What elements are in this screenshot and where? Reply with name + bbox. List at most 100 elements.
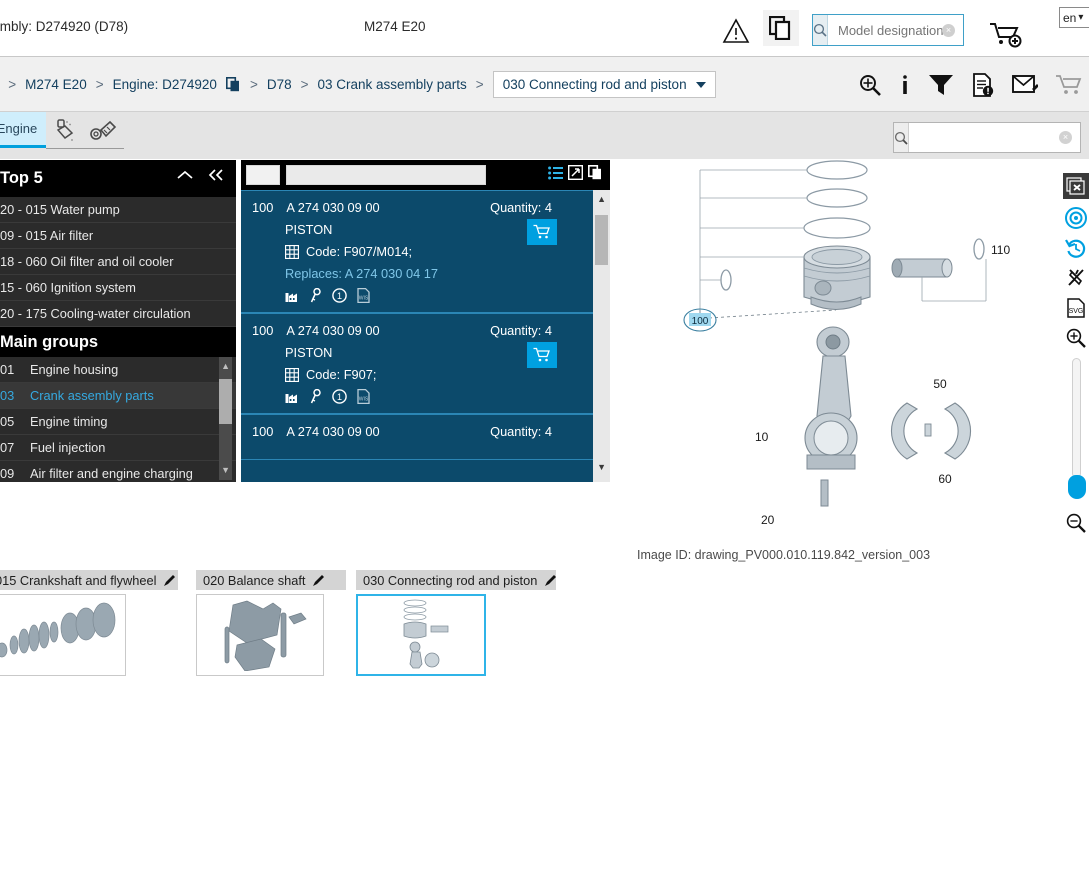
expand-icon[interactable] xyxy=(568,165,583,180)
target-icon[interactable] xyxy=(1063,205,1089,231)
part-row[interactable]: 100 A 274 030 09 00 Quantity: 4 xyxy=(241,414,610,460)
content-search-box[interactable]: × xyxy=(893,122,1089,153)
top5-item-3[interactable]: 15 - 060 Ignition system xyxy=(0,275,236,301)
parts-panel-header xyxy=(241,160,610,190)
zoom-in-icon[interactable] xyxy=(858,73,882,97)
zoom-out-icon[interactable] xyxy=(1063,510,1089,536)
edit-icon[interactable] xyxy=(312,574,325,587)
clear-search-icon[interactable]: × xyxy=(942,24,955,37)
parts-scrollbar-thumb[interactable] xyxy=(595,215,608,265)
edit-icon[interactable] xyxy=(544,574,557,587)
sidebar-item-engine-timing[interactable]: 05 Engine timing xyxy=(0,409,236,435)
sidebar-item-fuel-injection[interactable]: 07 Fuel injection xyxy=(0,435,236,461)
main-groups-list: 01 Engine housing 03 Crank assembly part… xyxy=(0,357,236,482)
warning-triangle-icon[interactable] xyxy=(722,18,750,44)
breadcrumb-active-dropdown[interactable]: 030 Connecting rod and piston xyxy=(492,71,716,98)
filter-icon[interactable] xyxy=(928,73,954,97)
language-select[interactable]: en ▾ xyxy=(1059,7,1089,28)
fluid-spray-icon[interactable] xyxy=(52,118,82,146)
zoom-in-icon[interactable] xyxy=(1063,325,1089,351)
breadcrumb-item-4[interactable]: 03 Crank assembly parts xyxy=(317,77,466,92)
factory-icon[interactable] xyxy=(285,390,300,404)
mail-edit-icon[interactable] xyxy=(1012,73,1038,97)
scroll-up-icon[interactable]: ▲ xyxy=(221,361,230,371)
key-icon[interactable] xyxy=(310,389,322,404)
part-code-row: Code: F907/M014; xyxy=(285,244,610,259)
svg-text:WIS: WIS xyxy=(359,296,369,302)
top5-item-4[interactable]: 20 - 175 Cooling-water circulation xyxy=(0,301,236,327)
tab-engine[interactable]: Engine xyxy=(0,112,46,148)
info-circle-icon[interactable]: 1 xyxy=(332,288,347,303)
add-to-cart-button[interactable] xyxy=(527,219,557,245)
major-assembly-title: ajor assembly: D274920 (D78) xyxy=(0,19,129,34)
add-to-cart-button[interactable] xyxy=(527,342,557,368)
wis-document-icon[interactable]: WIS xyxy=(357,288,370,303)
search-input[interactable] xyxy=(828,15,1014,45)
sidebar-item-engine-housing[interactable]: 01 Engine housing xyxy=(0,357,236,383)
scroll-up-icon[interactable]: ▲ xyxy=(597,194,606,204)
top5-title: Top 5 xyxy=(0,169,43,187)
cart-add-icon[interactable] xyxy=(988,21,1024,49)
clear-search-icon[interactable]: × xyxy=(1059,131,1072,144)
part-row[interactable]: 100 A 274 030 09 00 Quantity: 4 PISTON C… xyxy=(241,190,610,313)
sidebar-item-crank-assembly-parts[interactable]: 03 Crank assembly parts xyxy=(0,383,236,409)
scroll-down-icon[interactable]: ▼ xyxy=(221,465,230,475)
model-designation-search[interactable]: × xyxy=(812,14,1014,46)
thumbnail-connecting-rod-and-piston[interactable]: 030 Connecting rod and piston xyxy=(356,570,557,676)
top5-item-0[interactable]: 20 - 015 Water pump xyxy=(0,197,236,223)
part-code: Code: F907/M014; xyxy=(306,244,412,259)
top5-item-2[interactable]: 18 - 060 Oil filter and oil cooler xyxy=(0,249,236,275)
parts-header-box[interactable] xyxy=(246,165,280,185)
factory-icon[interactable] xyxy=(285,289,300,303)
top5-item-1[interactable]: 09 - 015 Air filter xyxy=(0,223,236,249)
cart-icon[interactable] xyxy=(1055,73,1083,97)
info-icon[interactable] xyxy=(899,73,911,97)
thumbnail-balance-shaft[interactable]: 020 Balance shaft xyxy=(196,570,346,676)
unpin-icon[interactable] xyxy=(1063,265,1089,291)
breadcrumb-separator: > xyxy=(475,77,484,92)
grid-icon[interactable] xyxy=(285,367,299,382)
close-window-icon[interactable] xyxy=(1063,173,1089,199)
svg-export-icon[interactable]: SVG xyxy=(1063,295,1089,321)
thumbnail-strip: 015 Crankshaft and flywheel 020 Balance … xyxy=(0,570,1089,685)
sidebar-scrollbar-thumb[interactable] xyxy=(219,379,232,424)
bolt-screw-icon[interactable] xyxy=(88,118,118,146)
part-row[interactable]: 100 A 274 030 09 00 Quantity: 4 PISTON C… xyxy=(241,313,610,414)
chevron-down-icon xyxy=(695,81,706,88)
scroll-down-icon[interactable]: ▼ xyxy=(597,462,606,472)
copy-icon[interactable] xyxy=(588,165,603,180)
grid-icon[interactable] xyxy=(285,244,299,259)
breadcrumb-item-2[interactable]: Engine: D274920 xyxy=(113,77,217,92)
technical-drawing[interactable]: 100 110 50 60 10 20 xyxy=(611,160,1063,540)
breadcrumb-separator: > xyxy=(95,77,104,92)
thumbnail-crankshaft-and-flywheel[interactable]: 015 Crankshaft and flywheel xyxy=(0,570,178,676)
zoom-slider-handle[interactable] xyxy=(1068,475,1086,499)
copy-documents-icon[interactable] xyxy=(763,10,799,46)
svg-text:1: 1 xyxy=(337,291,342,301)
info-circle-icon[interactable]: 1 xyxy=(332,389,347,404)
tab-divider xyxy=(46,148,124,149)
parts-filter-input[interactable] xyxy=(286,165,486,185)
chevron-up-icon[interactable] xyxy=(176,167,194,183)
zoom-slider[interactable] xyxy=(1072,358,1081,478)
history-undo-icon[interactable] xyxy=(1063,235,1089,261)
list-view-icon[interactable] xyxy=(548,166,563,180)
wis-document-icon[interactable]: WIS xyxy=(357,389,370,404)
thumbnail-image[interactable] xyxy=(196,594,324,676)
document-alert-icon[interactable] xyxy=(971,72,995,97)
edit-icon[interactable] xyxy=(163,574,176,587)
svg-text:10: 10 xyxy=(755,430,769,444)
sidebar-item-air-filter-engine-charging[interactable]: 09 Air filter and engine charging xyxy=(0,461,236,482)
breadcrumb-item-1[interactable]: M274 E20 xyxy=(25,77,87,92)
main-groups-header: Main groups xyxy=(0,327,236,357)
part-replaces[interactable]: Replaces: A 274 030 04 17 xyxy=(285,266,610,281)
thumbnail-image[interactable] xyxy=(0,594,126,676)
copy-icon[interactable] xyxy=(225,77,241,92)
thumbnail-label: 015 Crankshaft and flywheel xyxy=(0,572,157,588)
breadcrumb-item-3[interactable]: D78 xyxy=(267,77,292,92)
chevrons-left-icon[interactable] xyxy=(206,167,226,183)
breadcrumb-separator: > xyxy=(300,77,309,92)
thumbnail-image[interactable] xyxy=(356,594,486,676)
part-name: PISTON xyxy=(285,345,333,360)
key-icon[interactable] xyxy=(310,288,322,303)
